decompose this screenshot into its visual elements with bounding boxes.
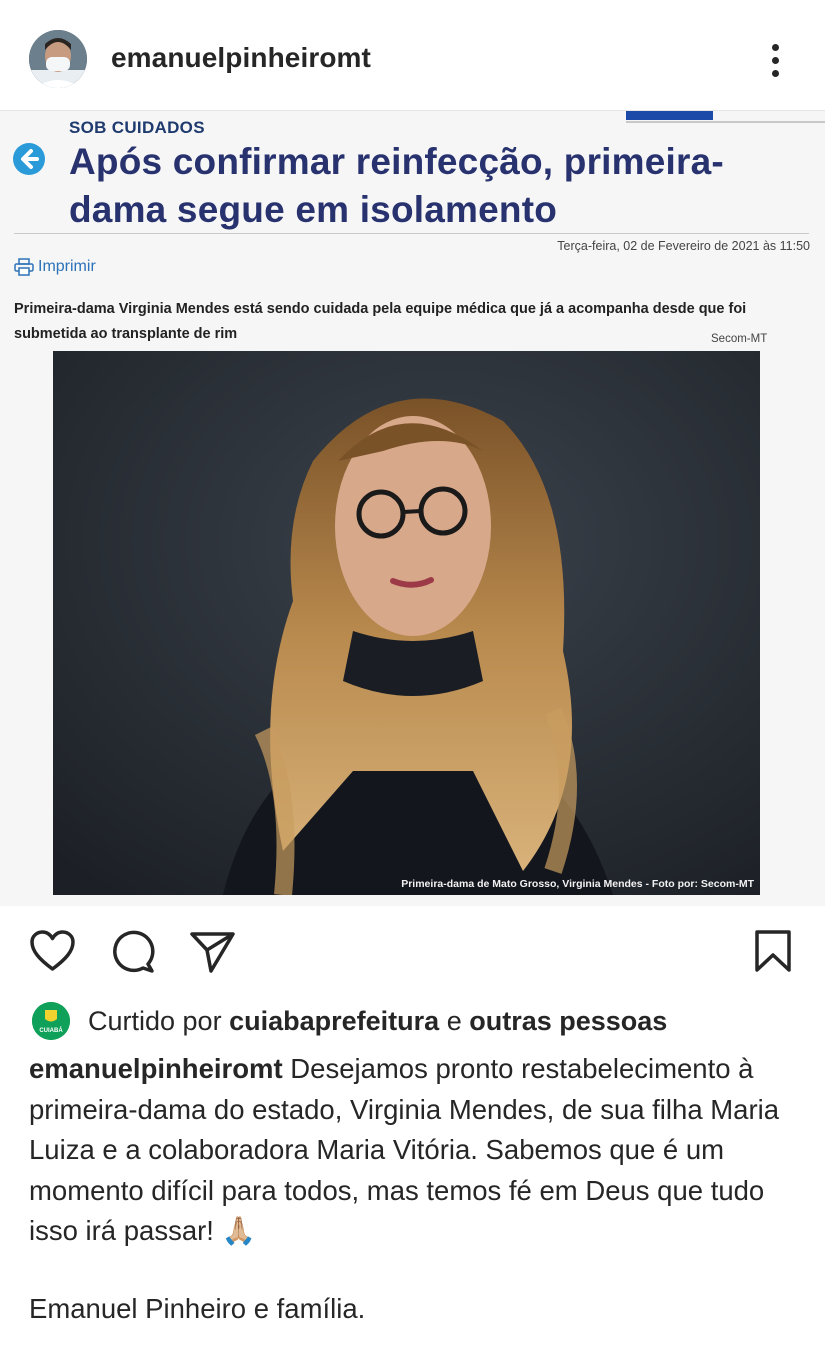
like-button[interactable] (29, 929, 76, 978)
article-dateline: Terça-feira, 02 de Fevereiro de 2021 às … (557, 239, 810, 253)
back-arrow-icon (13, 143, 45, 175)
post-header: emanuelpinheiromt (0, 0, 825, 110)
article-lead: Primeira-dama Virginia Mendes está sendo… (14, 301, 747, 342)
article-credit: Secom-MT (711, 333, 768, 345)
article-headline: Após confirmar reinfecção, primeira-dama… (69, 141, 724, 230)
bookmark-icon (755, 930, 791, 972)
post-image[interactable]: SOB CUIDADOS Após confirmar reinfecção, … (0, 110, 825, 906)
comment-button[interactable] (110, 929, 156, 980)
likes-prefix: Curtido por (88, 1005, 222, 1036)
site-top-accent (626, 111, 713, 120)
comment-icon (113, 930, 155, 973)
city-seal-icon: CUIABÁ (32, 1002, 70, 1040)
photo-caption: Primeira-dama de Mato Grosso, Virginia M… (401, 878, 754, 890)
save-button[interactable] (754, 929, 792, 978)
username[interactable]: emanuelpinheiromt (111, 42, 371, 74)
print-link: Imprimir (14, 258, 96, 276)
headline-divider (14, 233, 809, 234)
liker-avatar-text: CUIABÁ (39, 1027, 63, 1034)
print-label: Imprimir (38, 258, 96, 275)
share-icon (190, 932, 235, 973)
likes-connector: e (446, 1005, 462, 1036)
article-photo: Primeira-dama de Mato Grosso, Virginia M… (53, 351, 760, 895)
caption-signoff: Emanuel Pinheiro e família. (29, 1293, 366, 1324)
liker-avatar[interactable]: CUIABÁ (32, 1002, 70, 1040)
article-kicker: SOB CUIDADOS (69, 118, 205, 137)
avatar-photo (29, 30, 87, 88)
heart-icon (30, 930, 75, 971)
liker-username[interactable]: cuiabaprefeitura (229, 1006, 439, 1037)
portrait-illustration (53, 351, 760, 895)
caption-author[interactable]: emanuelpinheiromt (29, 1053, 283, 1084)
more-options-icon[interactable] (762, 40, 790, 80)
profile-avatar[interactable] (29, 30, 87, 88)
post-caption: emanuelpinheiromt Desejamos pronto resta… (29, 1049, 804, 1252)
likes-summary[interactable]: CUIABÁ Curtido por cuiabaprefeitura e ou… (32, 1002, 782, 1040)
printer-icon (14, 258, 34, 276)
other-likers-link[interactable]: outras pessoas (469, 1006, 667, 1037)
share-button[interactable] (189, 930, 237, 979)
